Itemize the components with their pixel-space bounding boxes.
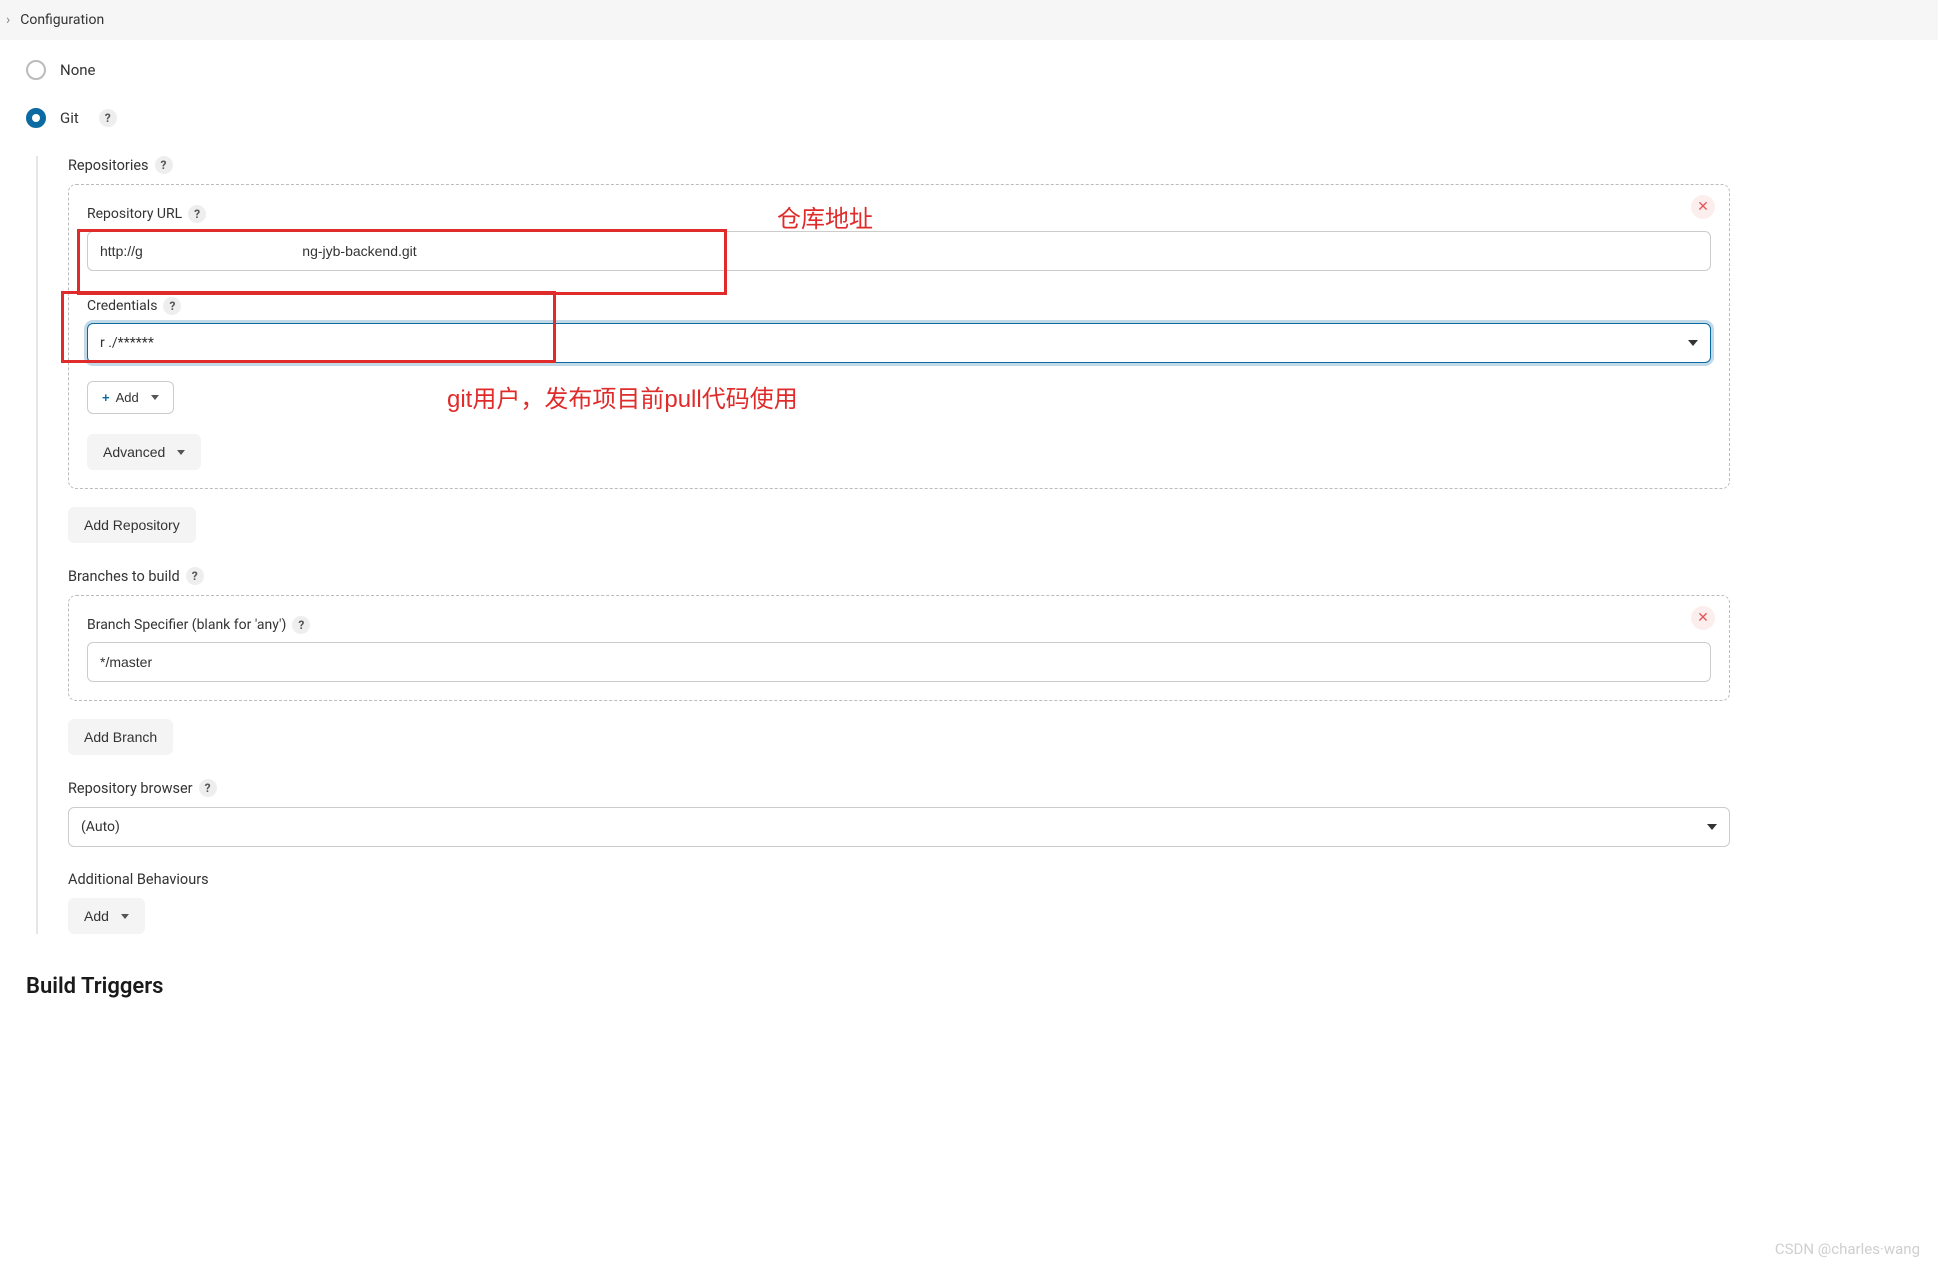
close-icon[interactable]: ✕ — [1691, 606, 1715, 630]
annotation-repo-url: 仓库地址 — [777, 199, 873, 234]
add-branch-button[interactable]: Add Branch — [68, 719, 173, 755]
annotation-credentials: git用户，发布项目前pull代码使用 — [447, 379, 798, 414]
help-icon[interactable]: ? — [186, 567, 204, 585]
help-icon[interactable]: ? — [99, 109, 117, 127]
branch-block: ✕ Branch Specifier (blank for 'any') ? — [68, 595, 1730, 701]
branches-title: Branches to build ? — [68, 567, 1730, 585]
add-repository-button[interactable]: Add Repository — [68, 507, 196, 543]
branch-specifier-input[interactable] — [87, 642, 1711, 682]
chevron-down-icon — [1688, 340, 1698, 346]
help-icon[interactable]: ? — [199, 779, 217, 797]
credentials-label: Credentials ? — [87, 297, 1711, 315]
chevron-down-icon — [151, 395, 159, 400]
branch-specifier-label: Branch Specifier (blank for 'any') ? — [87, 616, 1711, 634]
chevron-down-icon — [1707, 824, 1717, 830]
breadcrumb: › Configuration — [0, 0, 1938, 40]
watermark: CSDN @charles·wang — [1775, 1240, 1920, 1258]
advanced-button[interactable]: Advanced — [87, 434, 201, 470]
add-credential-button[interactable]: + Add — [87, 381, 174, 414]
radio-git-label: Git — [60, 109, 79, 127]
radio-git[interactable] — [26, 108, 46, 128]
chevron-right-icon: › — [6, 12, 10, 28]
repositories-title: Repositories ? — [68, 156, 1730, 174]
additional-behaviours-label: Additional Behaviours — [68, 871, 1730, 888]
repo-browser-label: Repository browser ? — [68, 779, 1730, 797]
help-icon[interactable]: ? — [163, 297, 181, 315]
chevron-down-icon — [121, 914, 129, 919]
repo-url-label: Repository URL ? — [87, 205, 1711, 223]
help-icon[interactable]: ? — [155, 156, 173, 174]
help-icon[interactable]: ? — [292, 616, 310, 634]
radio-none[interactable] — [26, 60, 46, 80]
build-triggers-title: Build Triggers — [26, 974, 1730, 999]
repository-block: ✕ Repository URL ? 仓库地址 Credentials ? r … — [68, 184, 1730, 489]
chevron-down-icon — [177, 450, 185, 455]
additional-add-button[interactable]: Add — [68, 898, 145, 934]
repo-url-input[interactable] — [87, 231, 1711, 271]
help-icon[interactable]: ? — [188, 205, 206, 223]
breadcrumb-current[interactable]: Configuration — [20, 12, 104, 28]
repo-browser-select[interactable]: (Auto) — [68, 807, 1730, 847]
credentials-select[interactable]: r ./****** — [87, 323, 1711, 363]
radio-none-label: None — [60, 61, 96, 79]
plus-icon: + — [102, 390, 110, 405]
